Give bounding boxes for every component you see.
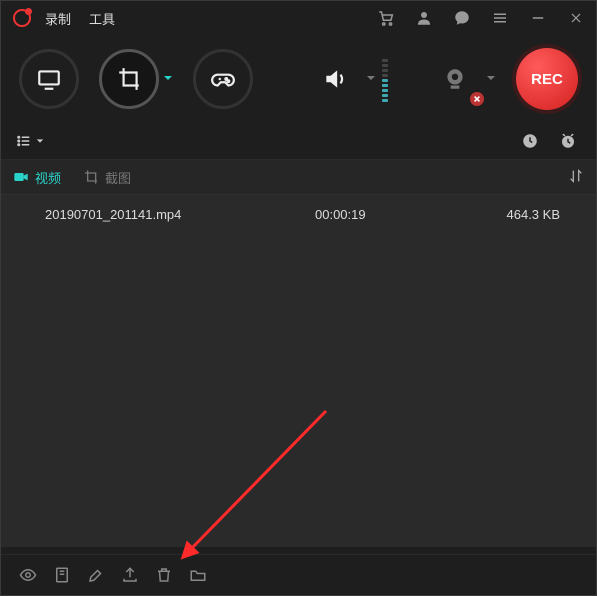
tab-video[interactable]: 视频 [13, 168, 61, 187]
audio-dropdown-icon[interactable] [366, 73, 376, 86]
chat-icon[interactable] [450, 6, 474, 30]
fullscreen-mode-button[interactable] [19, 49, 79, 109]
app-window: 录制 工具 [0, 0, 597, 596]
edit-icon[interactable] [49, 562, 75, 588]
file-name: 20190701_201141.mp4 [17, 207, 315, 222]
record-toolbar: REC [1, 35, 596, 123]
game-mode-button[interactable] [193, 49, 253, 109]
delete-icon[interactable] [151, 562, 177, 588]
file-duration: 00:00:19 [315, 207, 485, 222]
tabs-bar: 视频 截图 [1, 160, 596, 195]
file-size: 464.3 KB [485, 207, 580, 222]
sub-toolbar [1, 123, 596, 160]
preview-icon[interactable] [15, 562, 41, 588]
menu-hamburger-icon[interactable] [488, 6, 512, 30]
bottom-toolbar [1, 554, 596, 595]
list-toggle-icon[interactable] [15, 132, 44, 150]
webcam-button[interactable] [428, 52, 482, 106]
folder-icon[interactable] [185, 562, 211, 588]
region-mode-button[interactable] [99, 49, 159, 109]
file-list: 20190701_201141.mp4 00:00:19 464.3 KB [1, 195, 596, 547]
record-button[interactable]: REC [516, 48, 578, 110]
brush-icon[interactable] [83, 562, 109, 588]
audio-meter-icon [382, 56, 388, 102]
app-logo-icon [13, 9, 31, 27]
tab-screenshot-label: 截图 [105, 168, 131, 187]
menu-tools[interactable]: 工具 [89, 9, 115, 28]
close-icon[interactable] [564, 6, 588, 30]
webcam-disabled-icon [470, 92, 484, 106]
menu-record[interactable]: 录制 [45, 9, 71, 28]
upload-icon[interactable] [117, 562, 143, 588]
sort-icon[interactable] [568, 168, 584, 187]
minimize-icon[interactable] [526, 6, 550, 30]
webcam-dropdown-icon[interactable] [486, 73, 496, 86]
alarm-icon[interactable] [554, 127, 582, 155]
audio-button[interactable] [308, 52, 362, 106]
file-row[interactable]: 20190701_201141.mp4 00:00:19 464.3 KB [1, 195, 596, 233]
tab-screenshot[interactable]: 截图 [83, 168, 131, 187]
region-dropdown-icon[interactable] [163, 73, 173, 86]
cart-icon[interactable] [374, 6, 398, 30]
titlebar: 录制 工具 [1, 1, 596, 35]
user-icon[interactable] [412, 6, 436, 30]
tab-video-label: 视频 [35, 168, 61, 187]
schedule-icon[interactable] [516, 127, 544, 155]
